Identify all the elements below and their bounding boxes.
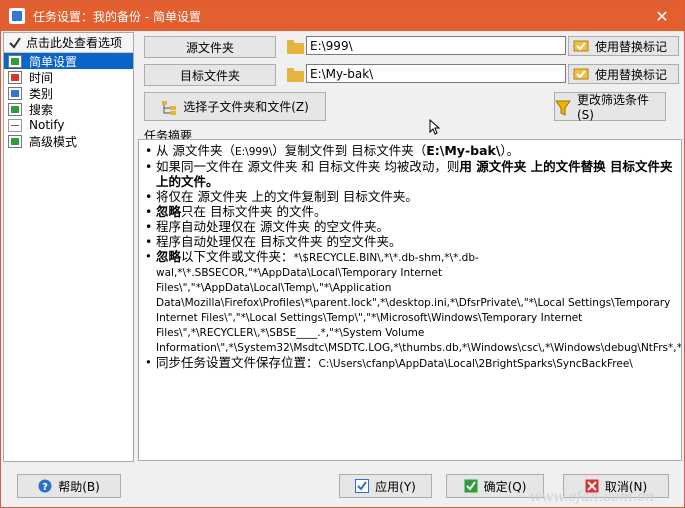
help-icon: ? bbox=[38, 479, 52, 493]
sidebar-item-label: 搜索 bbox=[29, 102, 54, 117]
mouse-cursor-icon bbox=[429, 118, 441, 138]
ok-label: 确定(Q) bbox=[483, 479, 527, 494]
summary-item: 如果同一文件在 源文件夹 和 目标文件夹 均被改动，则用 源文件夹 上的文件替换… bbox=[143, 159, 677, 189]
sidebar-item-label: 高级模式 bbox=[29, 134, 78, 149]
summary-item: 程序自动处理仅在 源文件夹 的空文件夹。 bbox=[143, 219, 677, 234]
target-path-input[interactable]: E:\My-bak\ bbox=[306, 64, 566, 83]
sidebar-item-simple-settings[interactable]: 简单设置 bbox=[4, 53, 133, 69]
sidebar-item-time[interactable]: 时间 bbox=[4, 69, 133, 85]
apply-button[interactable]: 应用(Y) bbox=[339, 474, 432, 498]
source-path-input[interactable]: E:\999\ bbox=[306, 36, 566, 55]
sidebar-item-label: 类别 bbox=[29, 86, 54, 101]
sidebar-header-label: 点击此处查看选项 bbox=[26, 36, 123, 50]
summary-item: 忽略只在 目标文件夹 的文件。 bbox=[143, 204, 677, 219]
watermark: www.cfan.com.cn bbox=[529, 489, 654, 505]
task-summary-panel: 从 源文件夹（E:\999\）复制文件到 目标文件夹（E:\My-bak\）。 … bbox=[138, 139, 682, 461]
search-icon bbox=[8, 102, 22, 116]
summary-item: 程序自动处理仅在 目标文件夹 的空文件夹。 bbox=[143, 234, 677, 249]
options-sidebar: 点击此处查看选项 简单设置 时间 类别 搜索 Notify 高级模式 bbox=[3, 32, 134, 462]
help-label: 帮助(B) bbox=[58, 479, 100, 494]
source-folder-button[interactable]: 源文件夹 bbox=[144, 36, 276, 58]
options-toggle-icon bbox=[8, 36, 22, 50]
summary-item: 忽略以下文件或文件夹：*\$RECYCLE.BIN\,*\*.db-shm,*\… bbox=[143, 249, 681, 355]
svg-text:?: ? bbox=[42, 482, 48, 493]
select-subfolders-button[interactable]: 选择子文件夹和文件(Z) bbox=[144, 92, 326, 121]
ok-icon bbox=[464, 479, 478, 493]
sidebar-header[interactable]: 点击此处查看选项 bbox=[4, 33, 133, 53]
target-folder-button[interactable]: 目标文件夹 bbox=[144, 64, 276, 86]
source-replace-tags-label: 使用替换标记 bbox=[595, 39, 668, 54]
apply-label: 应用(Y) bbox=[375, 479, 416, 494]
window-title: 任务设置：我的备份 - 简单设置 bbox=[33, 9, 201, 24]
change-filter-button[interactable]: 更改筛选条件(S) bbox=[554, 92, 666, 122]
source-replace-tags-button[interactable]: 使用替换标记 bbox=[568, 36, 679, 56]
title-bar: 任务设置：我的备份 - 简单设置 ✕ bbox=[1, 1, 684, 31]
help-button[interactable]: ? 帮助(B) bbox=[17, 474, 121, 498]
source-browse-folder-icon[interactable] bbox=[287, 40, 304, 54]
sidebar-item-search[interactable]: 搜索 bbox=[4, 101, 133, 117]
tag-icon bbox=[573, 67, 589, 81]
target-browse-folder-icon[interactable] bbox=[287, 68, 304, 82]
sidebar-item-category[interactable]: 类别 bbox=[4, 85, 133, 101]
target-replace-tags-label: 使用替换标记 bbox=[595, 67, 668, 82]
summary-item: 将仅在 源文件夹 上的文件复制到 目标文件夹。 bbox=[143, 189, 677, 204]
change-filter-label: 更改筛选条件(S) bbox=[577, 93, 650, 122]
app-icon bbox=[9, 8, 25, 24]
category-icon bbox=[8, 86, 22, 100]
tree-icon bbox=[161, 100, 177, 115]
calendar-icon bbox=[8, 70, 22, 84]
sidebar-item-label: Notify bbox=[29, 118, 65, 132]
summary-item: 从 源文件夹（E:\999\）复制文件到 目标文件夹（E:\My-bak\）。 bbox=[143, 143, 677, 159]
select-subfolders-label: 选择子文件夹和文件(Z) bbox=[183, 100, 309, 114]
notify-icon bbox=[8, 118, 22, 132]
advanced-icon bbox=[8, 134, 22, 148]
apply-icon bbox=[355, 479, 370, 493]
sidebar-item-label: 简单设置 bbox=[29, 54, 78, 69]
summary-list: 从 源文件夹（E:\999\）复制文件到 目标文件夹（E:\My-bak\）。 … bbox=[143, 143, 681, 371]
target-replace-tags-button[interactable]: 使用替换标记 bbox=[568, 64, 679, 84]
sidebar-item-label: 时间 bbox=[29, 70, 54, 85]
tag-icon bbox=[573, 39, 589, 53]
summary-item: 同步任务设置文件保存位置：C:\Users\cfanp\AppData\Loca… bbox=[143, 355, 677, 371]
filter-icon bbox=[555, 100, 571, 116]
sidebar-item-advanced[interactable]: 高级模式 bbox=[4, 133, 133, 149]
checkmark-list-icon bbox=[8, 54, 22, 68]
settings-window: 任务设置：我的备份 - 简单设置 ✕ 点击此处查看选项 简单设置 时间 类别 搜… bbox=[0, 0, 685, 508]
sidebar-item-notify[interactable]: Notify bbox=[4, 117, 133, 133]
close-button[interactable]: ✕ bbox=[640, 1, 684, 31]
